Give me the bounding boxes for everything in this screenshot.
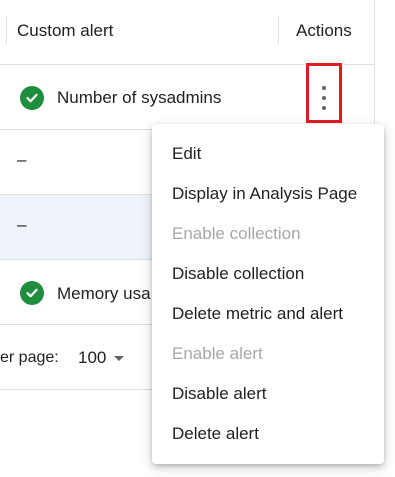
check-circle-icon <box>20 281 44 305</box>
check-circle-icon <box>20 86 44 110</box>
alert-name: Number of sysadmins <box>57 88 222 107</box>
actions-menu: Edit Display in Analysis Page Enable col… <box>152 124 384 464</box>
menu-item-edit[interactable]: Edit <box>152 134 384 174</box>
alert-name: – <box>17 150 27 169</box>
menu-item-enable-collection: Enable collection <box>172 224 301 243</box>
alert-name: – <box>17 215 27 234</box>
header-custom-alert[interactable]: Custom alert <box>17 21 113 41</box>
page: Custom alert Actions Number of sysadmins… <box>0 0 395 477</box>
alert-name: Memory usa <box>57 284 151 303</box>
menu-item-delete-metric-and-alert[interactable]: Delete metric and alert <box>152 294 384 334</box>
header-actions: Actions <box>296 21 352 40</box>
menu-item-disable-collection[interactable]: Disable collection <box>152 254 384 294</box>
rows-per-page-label: er page: <box>0 349 59 366</box>
table-header: Custom alert Actions <box>0 0 374 65</box>
column-divider <box>6 16 7 44</box>
rows-per-page-select[interactable]: 100 <box>78 346 125 370</box>
menu-item-display-in-analysis-page[interactable]: Display in Analysis Page <box>152 174 384 214</box>
rows-per-page-value: 100 <box>78 348 107 367</box>
menu-item-disable-alert[interactable]: Disable alert <box>152 374 384 414</box>
caret-down-icon <box>114 355 125 361</box>
more-vert-icon[interactable] <box>316 84 332 112</box>
menu-item-delete-alert[interactable]: Delete alert <box>152 414 384 454</box>
menu-item-enable-alert: Enable alert <box>172 344 263 363</box>
column-divider <box>278 16 279 44</box>
